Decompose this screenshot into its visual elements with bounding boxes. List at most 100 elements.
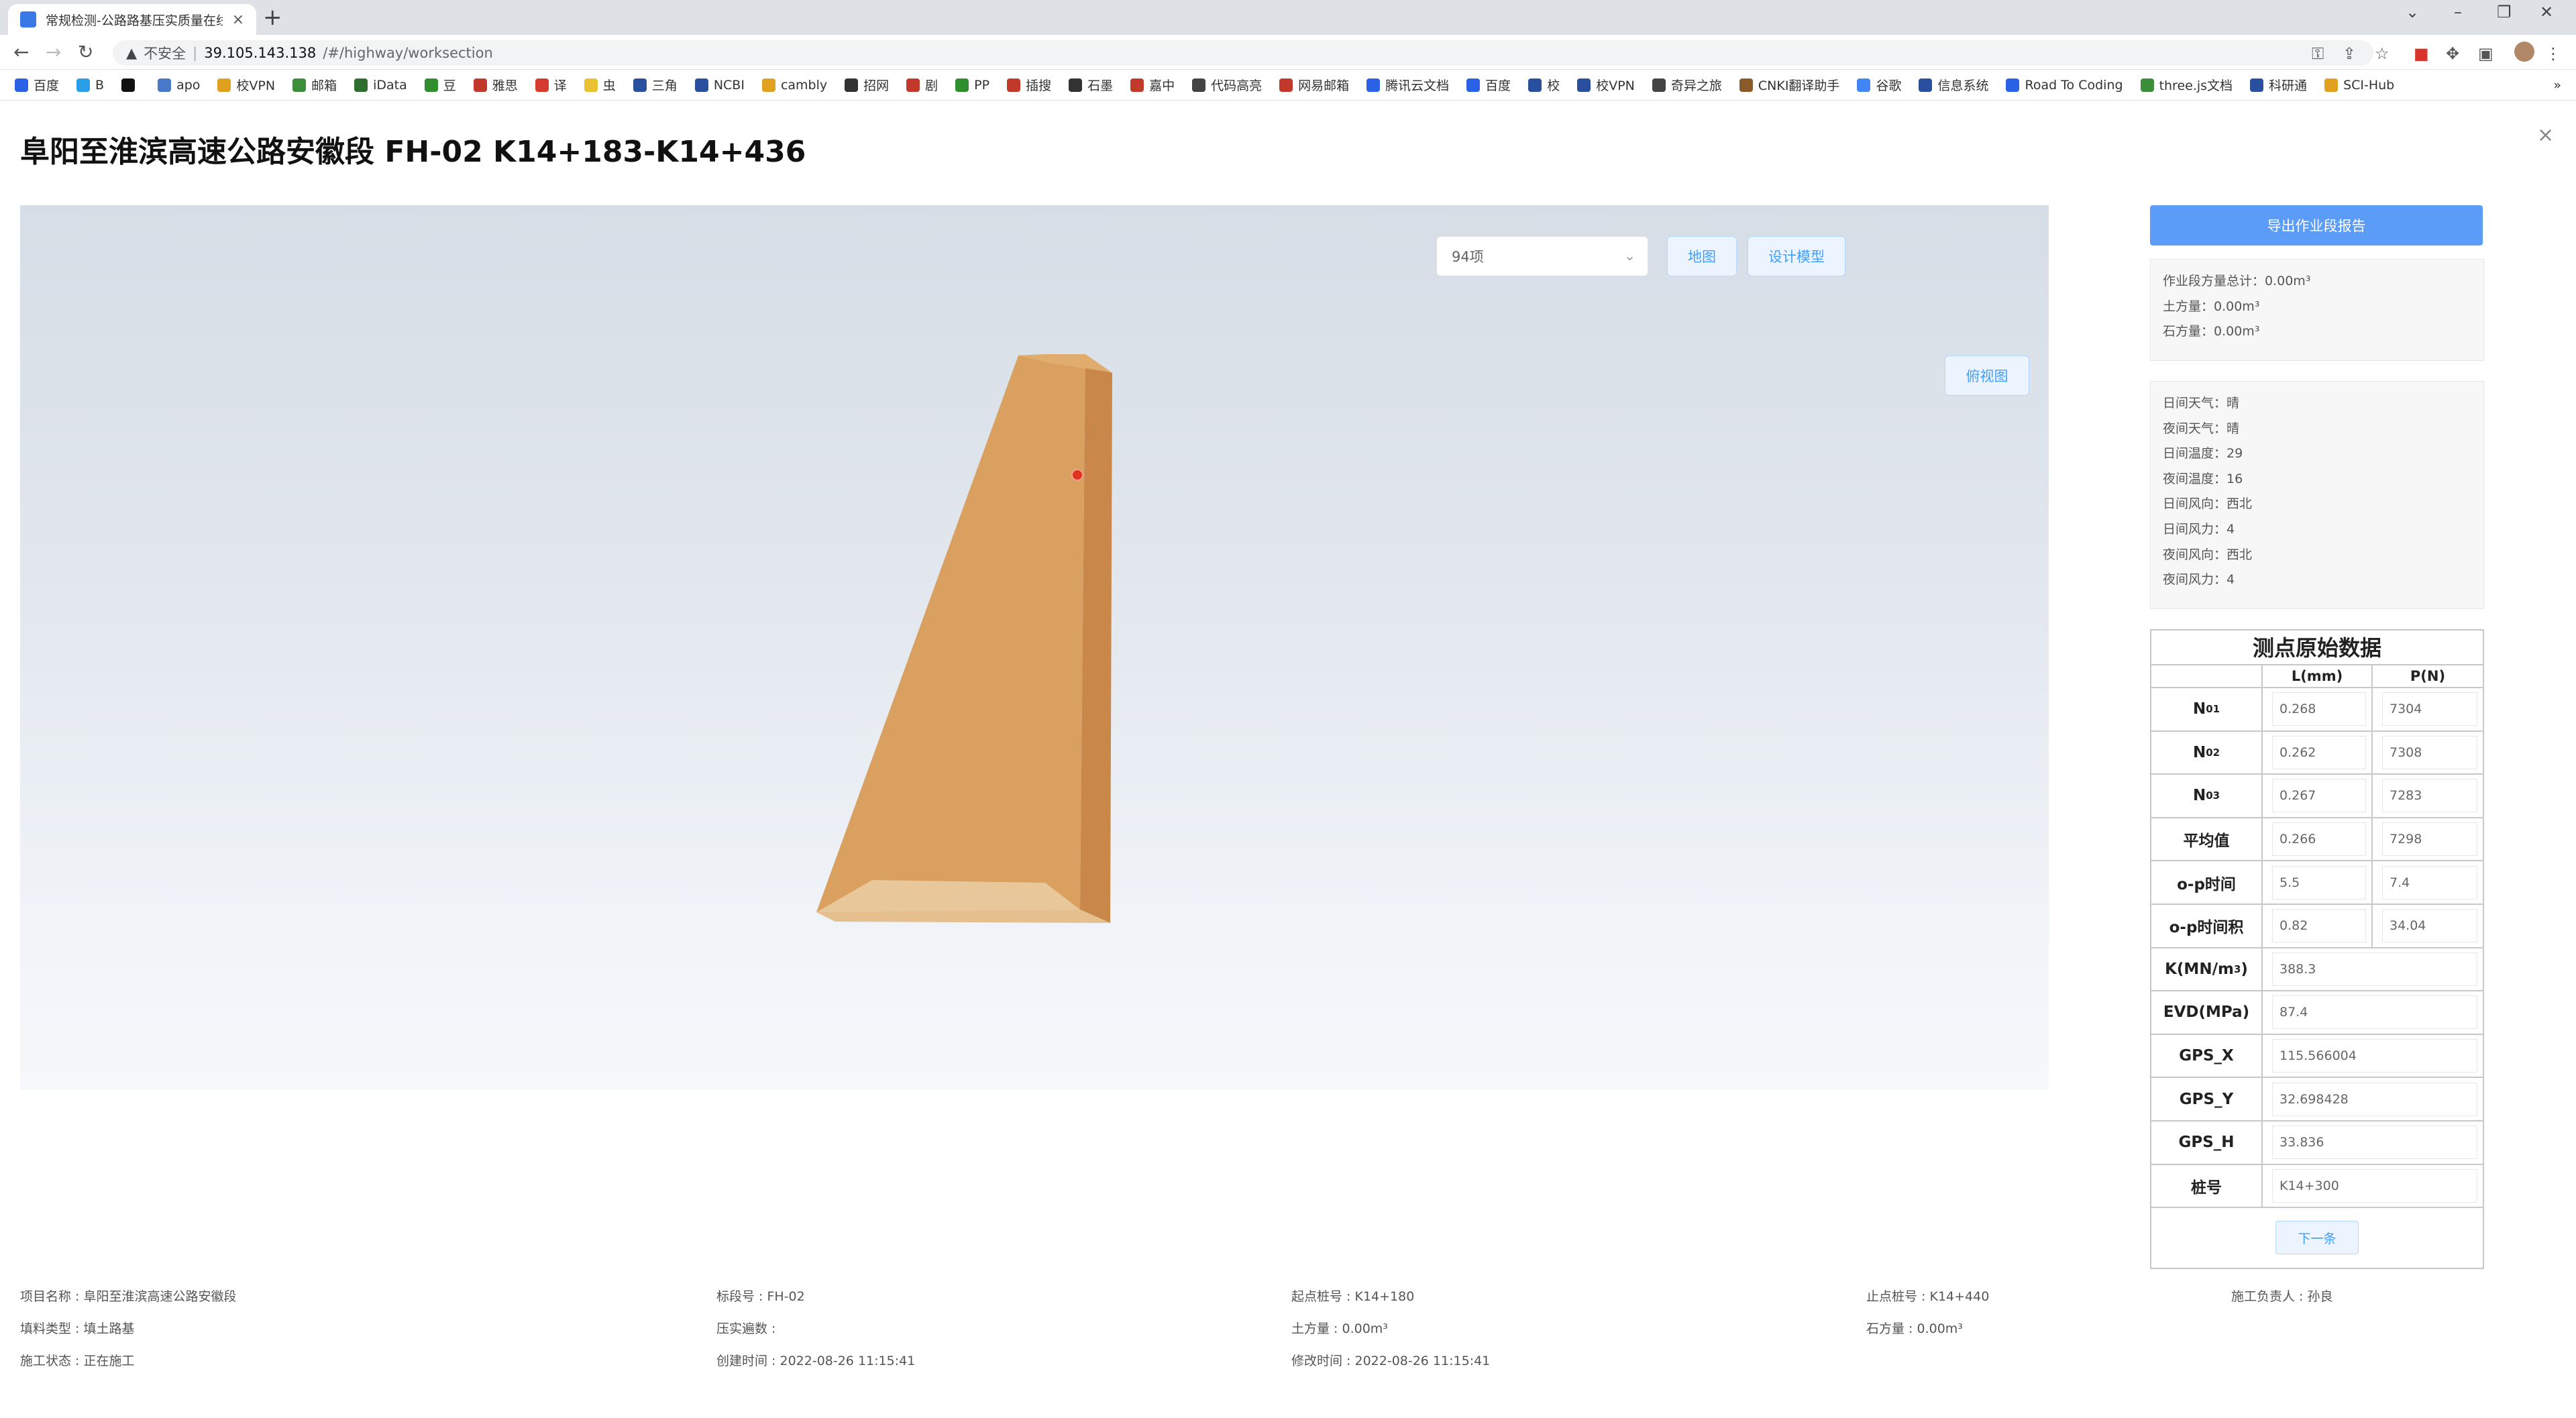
bookmark-favicon-icon bbox=[694, 78, 708, 92]
address-bar[interactable]: ▲ 不安全 | 39.105.143.138 /#/highway/workse… bbox=[113, 40, 2373, 66]
value-gps-x: 115.566004 bbox=[2272, 1039, 2477, 1073]
bookmark-item[interactable]: cambly bbox=[761, 78, 827, 93]
profile-avatar[interactable] bbox=[2514, 42, 2534, 62]
bookmark-label: 校VPN bbox=[1596, 78, 1635, 93]
bookmark-item[interactable]: 谷歌 bbox=[1857, 76, 1901, 94]
bookmark-item[interactable]: CNKI翻译助手 bbox=[1739, 76, 1839, 94]
bookmark-item[interactable]: SCI-Hub bbox=[2324, 78, 2394, 93]
value-average-p: 7298 bbox=[2382, 822, 2477, 857]
wind-direction-day: 日间风向：西北 bbox=[2163, 496, 2253, 512]
bookmark-label: 虫 bbox=[602, 78, 616, 93]
bookmark-item[interactable]: B bbox=[76, 78, 104, 93]
volume-stone: 石方量：0.00m³ bbox=[2163, 324, 2260, 339]
3d-viewport[interactable]: 94项 ⌄ 地图 设计模型 俯视图 bbox=[20, 205, 2049, 1089]
bookmark-item[interactable]: 石墨 bbox=[1069, 76, 1113, 94]
next-record-button[interactable]: 下一条 bbox=[2275, 1221, 2359, 1255]
bookmark-item[interactable]: 信息系统 bbox=[1919, 76, 1988, 94]
bookmark-item[interactable]: 代码高亮 bbox=[1192, 76, 1262, 94]
bookmark-item[interactable]: 豆 bbox=[424, 76, 456, 94]
bookmark-favicon-icon bbox=[121, 78, 136, 92]
value-station: K14+300 bbox=[2272, 1168, 2477, 1203]
bookmark-item[interactable]: 校VPN bbox=[1577, 76, 1635, 94]
footer-status: 施工状态 : 正在施工 bbox=[20, 1354, 135, 1368]
bookmark-item[interactable]: 虫 bbox=[584, 76, 616, 94]
bookmark-favicon-icon bbox=[955, 78, 969, 92]
bookmark-item[interactable]: 译 bbox=[535, 76, 567, 94]
footer-stone-volume: 石方量 : 0.00m³ bbox=[1866, 1321, 1963, 1336]
row-label-gps-h: GPS_H bbox=[2151, 1121, 2263, 1164]
tab-close-icon[interactable]: × bbox=[232, 11, 244, 28]
bookmark-item[interactable]: 奇异之旅 bbox=[1652, 76, 1722, 94]
bookmark-label: 校 bbox=[1547, 78, 1560, 93]
extensions-puzzle-icon[interactable]: ✥ bbox=[2446, 44, 2459, 63]
share-icon[interactable]: ⇪ bbox=[2343, 44, 2356, 63]
key-icon[interactable]: ⚿ bbox=[2312, 44, 2324, 63]
footer-project-name: 项目名称 : 阜阳至淮滨高速公路安徽段 bbox=[20, 1289, 237, 1304]
bookmark-favicon-icon bbox=[424, 78, 438, 92]
minimize-window-icon[interactable]: – bbox=[2454, 3, 2462, 21]
bookmark-star-icon[interactable]: ☆ bbox=[2375, 44, 2390, 63]
url-host: 39.105.143.138 bbox=[204, 45, 317, 61]
bookmark-item[interactable]: 百度 bbox=[15, 76, 59, 94]
bookmark-item[interactable]: 腾讯云文档 bbox=[1366, 76, 1449, 94]
browser-tab-active[interactable]: 常规检测-公路路基压实质量在线 × bbox=[8, 4, 256, 35]
bookmark-item[interactable]: NCBI bbox=[694, 78, 745, 93]
bookmark-label: 嘉中 bbox=[1149, 78, 1175, 93]
bookmark-item[interactable]: 雅思 bbox=[473, 76, 518, 94]
bookmark-item[interactable]: 邮箱 bbox=[292, 76, 337, 94]
bookmark-item[interactable]: 科研通 bbox=[2250, 76, 2307, 94]
bookmark-item[interactable]: 三角 bbox=[633, 76, 678, 94]
bookmark-item[interactable]: 嘉中 bbox=[1130, 76, 1175, 94]
bookmark-item[interactable]: 百度 bbox=[1466, 76, 1511, 94]
bookmark-favicon-icon bbox=[1279, 78, 1293, 92]
item-select-value: 94项 bbox=[1452, 249, 1484, 265]
restore-window-icon[interactable]: ❐ bbox=[2497, 3, 2512, 21]
top-view-button[interactable]: 俯视图 bbox=[1945, 356, 2029, 396]
side-panel-icon[interactable]: ▣ bbox=[2478, 44, 2493, 63]
bookmark-item[interactable]: apo bbox=[158, 78, 200, 93]
measure-point-marker[interactable] bbox=[1071, 469, 1083, 481]
weather-day: 日间天气：晴 bbox=[2163, 396, 2240, 411]
reload-icon[interactable]: ↻ bbox=[78, 42, 93, 63]
bookmark-item[interactable]: 剧 bbox=[906, 76, 938, 94]
bookmark-item[interactable]: three.js文档 bbox=[2140, 76, 2233, 94]
bookmark-item[interactable]: 网易邮箱 bbox=[1279, 76, 1349, 94]
bookmark-item[interactable]: 招网 bbox=[845, 76, 889, 94]
export-report-button[interactable]: 导出作业段报告 bbox=[2150, 205, 2483, 246]
bookmark-favicon-icon bbox=[1192, 78, 1206, 92]
bookmark-label: SCI-Hub bbox=[2343, 77, 2395, 93]
design-model-button[interactable]: 设计模型 bbox=[1748, 236, 1845, 276]
value-n03-l: 0.267 bbox=[2272, 779, 2366, 813]
value-n02-p: 7308 bbox=[2382, 735, 2477, 769]
bookmark-item[interactable]: Road To Coding bbox=[2006, 78, 2123, 93]
insecure-label: 不安全 bbox=[144, 46, 186, 62]
map-button[interactable]: 地图 bbox=[1667, 236, 1737, 276]
table-row-n02: N 02 0.262 7308 bbox=[2151, 731, 2483, 775]
bookmark-item[interactable]: 校 bbox=[1528, 76, 1560, 94]
bookmark-item[interactable]: 校VPN bbox=[217, 76, 275, 94]
close-dialog-icon[interactable]: × bbox=[2537, 123, 2554, 147]
item-select-dropdown[interactable]: 94项 ⌄ bbox=[1436, 236, 1648, 276]
forward-arrow-icon[interactable]: → bbox=[46, 42, 61, 63]
row-label-gps-x: GPS_X bbox=[2151, 1034, 2263, 1077]
extension-icon[interactable]: ■ bbox=[2414, 44, 2429, 63]
menu-dots-icon[interactable]: ⋮ bbox=[2545, 44, 2561, 63]
tab-search-chevron-icon[interactable]: ⌄ bbox=[2406, 3, 2419, 21]
browser-tab-bar: 常规检测-公路路基压实质量在线 × + ⌄ – ❐ ✕ bbox=[0, 0, 2576, 35]
bookmark-item[interactable]: 插搜 bbox=[1007, 76, 1051, 94]
bookmark-favicon-icon bbox=[584, 78, 598, 92]
close-window-icon[interactable]: ✕ bbox=[2540, 3, 2553, 21]
new-tab-button[interactable]: + bbox=[263, 5, 282, 30]
header-p: P(N) bbox=[2410, 668, 2446, 684]
bookmark-item[interactable] bbox=[121, 78, 140, 92]
footer-manager: 施工负责人 : 孙良 bbox=[2231, 1289, 2333, 1304]
footer-modified: 修改时间 : 2022-08-26 11:15:41 bbox=[1291, 1354, 1491, 1368]
bookmark-item[interactable]: PP bbox=[955, 78, 989, 93]
table-row-gps-h: GPS_H 33.836 bbox=[2151, 1121, 2483, 1165]
footer-created: 创建时间 : 2022-08-26 11:15:41 bbox=[716, 1354, 916, 1368]
bookmark-item[interactable]: iData bbox=[354, 78, 407, 93]
bookmarks-overflow-icon[interactable]: » bbox=[2553, 78, 2561, 93]
bookmark-favicon-icon bbox=[292, 78, 307, 92]
bookmark-label: 译 bbox=[553, 78, 567, 93]
back-arrow-icon[interactable]: ← bbox=[13, 42, 29, 63]
